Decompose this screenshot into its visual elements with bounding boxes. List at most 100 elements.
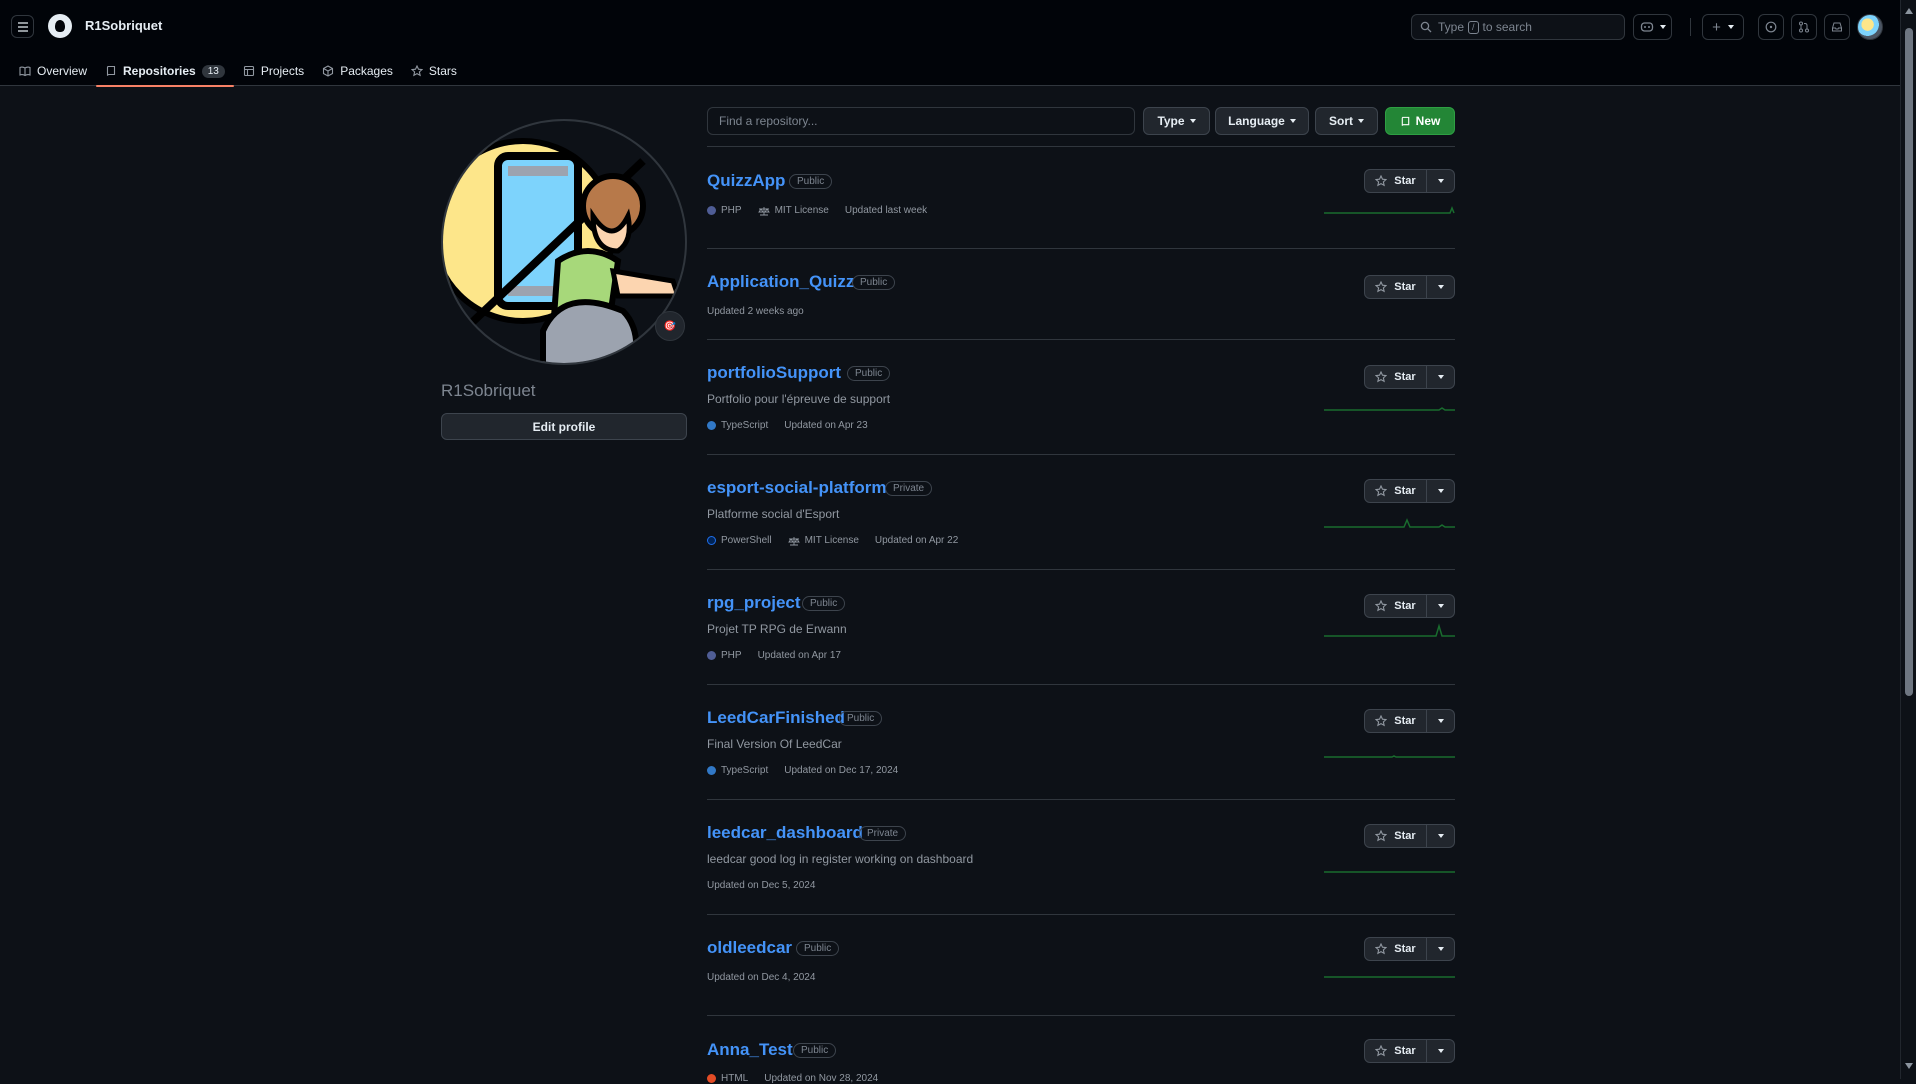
repo-meta: PHP Updated on Apr 17 [707,650,841,661]
star-list-dropdown[interactable] [1427,275,1455,299]
license-label: MIT License [804,535,859,546]
repo-name-link[interactable]: portfolioSupport [707,363,841,383]
sort-filter-label: Sort [1329,114,1353,128]
status-emoji-button[interactable]: 🎯 [655,311,685,341]
repo-name-link[interactable]: LeedCarFinished [707,708,845,728]
star-button-group: Star [1364,365,1455,389]
star-icon [1375,943,1388,955]
copilot-button[interactable] [1633,14,1672,40]
tab-packages[interactable]: Packages [313,56,402,86]
tab-repositories[interactable]: Repositories 13 [96,56,234,87]
language-label: PowerShell [721,535,772,546]
language-label: PHP [721,650,742,661]
book-icon [19,66,31,77]
repo-meta: Updated on Dec 4, 2024 [707,972,815,983]
visibility-badge: Public [789,174,833,189]
menu-button[interactable] [11,15,34,38]
page-scrollbar[interactable] [1900,0,1916,1079]
activity-sparkline [1324,205,1455,214]
activity-sparkline [1324,976,1455,978]
chevron-down-icon [1189,119,1196,123]
language-color-dot [707,206,716,215]
star-button[interactable]: Star [1364,479,1427,503]
type-filter-button[interactable]: Type [1143,107,1210,135]
scrollbar-thumb[interactable] [1905,28,1913,696]
find-repository-input[interactable]: Find a repository... [707,107,1135,135]
edit-profile-button[interactable]: Edit profile [441,413,687,440]
repo-icon [106,65,116,76]
star-icon [1375,715,1388,727]
law-icon [787,536,800,545]
repo-name-link[interactable]: esport-social-platform [707,478,886,498]
repo-license[interactable]: MIT License [787,535,859,546]
star-list-dropdown[interactable] [1427,169,1455,193]
star-button[interactable]: Star [1364,1039,1427,1063]
sort-filter-button[interactable]: Sort [1315,107,1378,135]
repo-name-link[interactable]: oldleedcar [707,938,792,958]
star-button[interactable]: Star [1364,365,1427,389]
repo-meta: PowerShell MIT License Updated on Apr 22 [707,535,958,546]
repo-name-link[interactable]: rpg_project [707,593,801,613]
pull-requests-button[interactable] [1791,14,1817,40]
repo-meta: TypeScript Updated on Dec 17, 2024 [707,765,898,776]
repo-name-link[interactable]: QuizzApp [707,171,785,191]
tab-label: Stars [428,64,457,78]
repo-language: TypeScript [707,420,768,431]
star-button[interactable]: Star [1364,594,1427,618]
star-button-group: Star [1364,275,1455,299]
issues-button[interactable] [1758,14,1784,40]
chevron-down-icon [1659,25,1666,29]
new-repository-button[interactable]: New [1385,107,1455,135]
header-divider [1690,18,1691,36]
scroll-up-arrow-icon[interactable] [1905,8,1913,14]
repo-updated: Updated on Dec 5, 2024 [707,880,816,891]
repo-language: PHP [707,205,742,216]
activity-sparkline [1324,407,1455,411]
star-button[interactable]: Star [1364,709,1427,733]
profile-tabs: Overview Repositories 13 Projects Packag… [0,56,466,87]
inbox-button[interactable] [1824,14,1850,40]
new-button-label: New [1415,114,1441,128]
scroll-down-arrow-icon[interactable] [1905,1063,1913,1069]
star-button[interactable]: Star [1364,937,1427,961]
star-button[interactable]: Star [1364,169,1427,193]
tab-label: Projects [260,64,305,78]
star-list-dropdown[interactable] [1427,365,1455,389]
license-label: MIT License [774,205,829,216]
repo-name-link[interactable]: Anna_Test [707,1040,793,1060]
tab-stars[interactable]: Stars [402,56,466,86]
list-item: Anna_Test Public HTML Updated on Nov 28,… [707,1015,1455,1084]
issue-opened-icon [1765,21,1777,33]
repo-name-link[interactable]: Application_Quizz [707,272,854,292]
star-button[interactable]: Star [1364,824,1427,848]
visibility-badge: Public [802,596,846,611]
star-list-dropdown[interactable] [1427,594,1455,618]
language-filter-button[interactable]: Language [1215,107,1309,135]
star-list-dropdown[interactable] [1427,709,1455,733]
visibility-badge: Private [859,826,907,841]
header-username[interactable]: R1Sobriquet [85,18,162,33]
star-list-dropdown[interactable] [1427,1039,1455,1063]
star-label: Star [1394,175,1416,187]
visibility-badge: Public [793,1043,837,1058]
star-list-dropdown[interactable] [1427,479,1455,503]
tab-overview[interactable]: Overview [10,56,96,86]
user-avatar[interactable] [1857,14,1883,40]
list-item: rpg_project Public Projet TP RPG de Erwa… [707,569,1455,684]
star-button[interactable]: Star [1364,275,1427,299]
repo-icon [1401,116,1409,126]
tab-projects[interactable]: Projects [234,56,313,86]
search-input[interactable]: Type / to search [1411,14,1625,40]
repo-language: TypeScript [707,765,768,776]
star-label: Star [1394,830,1416,842]
star-button-group: Star [1364,479,1455,503]
profile-avatar[interactable] [441,119,687,365]
activity-sparkline [1324,623,1455,637]
list-item: portfolioSupport Public Portfolio pour l… [707,339,1455,454]
github-logo-icon[interactable] [48,14,72,38]
create-new-button[interactable]: + [1702,14,1744,40]
repo-license[interactable]: MIT License [757,205,829,216]
star-list-dropdown[interactable] [1427,937,1455,961]
star-list-dropdown[interactable] [1427,824,1455,848]
repo-name-link[interactable]: leedcar_dashboard [707,823,863,843]
